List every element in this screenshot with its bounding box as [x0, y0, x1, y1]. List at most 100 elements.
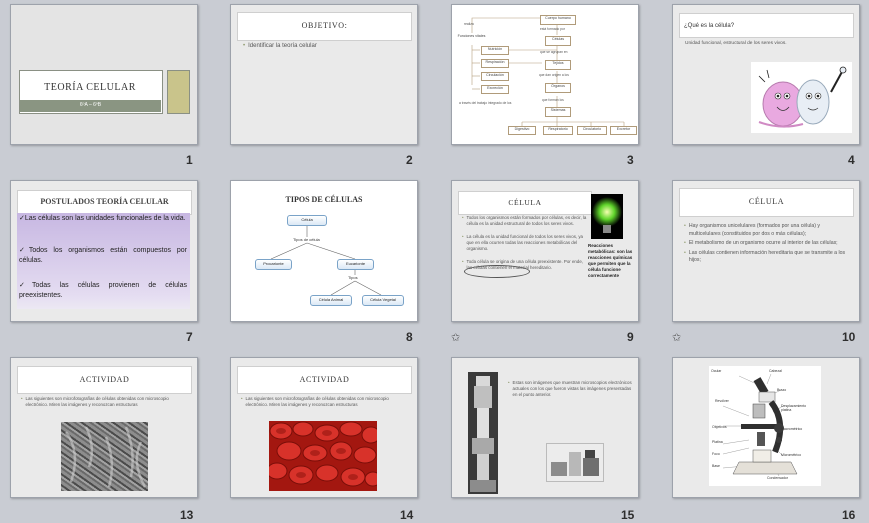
slide-7[interactable]: POSTULADOS TEORÍA CELULAR ✓Las células s… [10, 180, 198, 322]
slide-9[interactable]: CÉLULA • Todos los organismos están forma… [451, 180, 639, 322]
lab-microscope-image [546, 443, 604, 482]
micrograph-bacteria [61, 422, 148, 491]
bullet-list: • Estas son imágenes que muestran microsc… [508, 380, 632, 398]
slide-number: 8 [406, 330, 413, 344]
label-objetivos: Objetivos [712, 425, 727, 429]
slide-title: CÉLULA [508, 198, 542, 207]
slide-4[interactable]: ¿Qué es la célula? Unidad funcional, est… [672, 4, 860, 145]
node-funciones-vitales: Funciones vitales [457, 34, 486, 38]
bullet-item: • El metabolismo de un organismo ocurre a… [684, 240, 838, 246]
slide-15[interactable]: • Estas son imágenes que muestran microsc… [451, 357, 639, 498]
slide-number: 15 [621, 508, 635, 522]
red-cells-texture [269, 421, 377, 487]
accent-block [167, 70, 190, 114]
slide-thumb-13[interactable]: ACTIVIDAD • Las siguientes son microfotog… [10, 357, 200, 523]
node-procarionte: Procarionte [255, 259, 292, 270]
slide-number: 16 [842, 508, 856, 522]
slide-title: POSTULADOS TEORÍA CELULAR [40, 197, 169, 206]
slide-3[interactable]: Cuerpo humano está formado por Células q… [451, 4, 639, 145]
cell-cartoon [758, 66, 847, 128]
label-se-agrupan: que se agrupan en [540, 50, 568, 54]
label-macrometrico: Macrométrico [781, 427, 803, 431]
node-respiratorio: Respiratorio [543, 126, 573, 135]
slide-number: 2 [406, 153, 413, 167]
bullet-item: • Las células contienen información hered… [684, 249, 846, 264]
bullet-item: • Hay organismos unicelulares (formados p… [684, 223, 821, 237]
node-organos: Órganos [545, 83, 571, 93]
bullet-list: • Identificar la teoría celular [243, 43, 408, 49]
slide-title: ACTIVIDAD [299, 375, 350, 384]
label-cabezal: Cabezal [769, 369, 782, 373]
label-ocular: Ocular [711, 369, 722, 373]
slide-thumb-15[interactable]: • Estas son imágenes que muestran microsc… [451, 357, 641, 523]
slide-number: 4 [848, 153, 855, 167]
slide-thumb-14[interactable]: ACTIVIDAD • Las siguientes son microfotog… [230, 357, 420, 523]
slide-thumb-1[interactable]: TEORÍA CELULAR 6ºA – 6ºB 1 [10, 4, 200, 169]
cartoon-image [751, 62, 852, 133]
label-desplazamiento-platina: Desplazamiento platina [781, 404, 807, 412]
node-celula-animal: Célula Animal [310, 295, 352, 306]
star-icon[interactable]: ✩ [451, 331, 460, 344]
slide-thumb-3[interactable]: Cuerpo humano está formado por Células q… [451, 4, 641, 169]
bullet-list: • Las siguientes son microfotografías de … [241, 396, 411, 408]
slide-title: OBJETIVO: [237, 12, 412, 41]
node-celula-vegetal: Célula Vegetal [362, 295, 404, 306]
node-celulas: Células [545, 36, 571, 46]
slide-number: 1 [186, 153, 193, 167]
slide-thumb-8[interactable]: TIPOS DE CÉLULAS Célula Tipos de célula … [230, 180, 420, 345]
label-brazo: Brazo [777, 388, 787, 392]
bullet-list: • Todos los organismos están formados por… [462, 215, 588, 271]
slide-16[interactable]: Ocular Cabezal Brazo Revólver Desplazami… [672, 357, 860, 498]
slide-title-box: ACTIVIDAD [17, 366, 192, 394]
label-platina: Platina [712, 440, 723, 444]
node-circulatorio: Circulatorio [577, 126, 607, 135]
slide-13[interactable]: ACTIVIDAD • Las siguientes son microfotog… [10, 357, 198, 498]
bullet-item: • Identificar la teoría celular [243, 43, 317, 49]
slide-thumb-16[interactable]: Ocular Cabezal Brazo Revólver Desplazami… [672, 357, 862, 523]
slide-number: 3 [627, 153, 634, 167]
slide-8[interactable]: TIPOS DE CÉLULAS Célula Tipos de célula … [230, 180, 418, 322]
slide-thumb-10[interactable]: CÉLULA • Hay organismos unicelulares (for… [672, 180, 862, 345]
bullet-item: • La célula es la unidad funcional de tod… [462, 234, 583, 251]
label-revolver: Revólver [715, 399, 729, 403]
bullet-item: • Estas son imágenes que muestran microsc… [508, 380, 632, 397]
slide-thumb-7[interactable]: POSTULADOS TEORÍA CELULAR ✓Las células s… [10, 180, 200, 345]
slide-thumb-9[interactable]: CÉLULA • Todos los organismos están forma… [451, 180, 641, 345]
bullet-list: • Las siguientes son microfotografías de … [21, 396, 191, 408]
node-celula: Célula [287, 215, 327, 226]
label-realiza: realiza [464, 22, 474, 26]
slide-title: ¿Qué es la célula? [684, 23, 735, 29]
slide-thumb-4[interactable]: ¿Qué es la célula? Unidad funcional, est… [672, 4, 862, 169]
lightbulb-image [591, 194, 623, 239]
slide-title: CÉLULA [748, 197, 785, 206]
slide-10[interactable]: CÉLULA • Hay organismos unicelulares (for… [672, 180, 860, 322]
node-nutricion: Nutrición [481, 46, 509, 55]
node-cuerpo-humano: Cuerpo humano [540, 15, 576, 25]
check-icon: ✓ [19, 247, 29, 254]
slide-subtitle: 6ºA – 6ºB [79, 102, 102, 108]
node-sistemas: Sistemas [545, 107, 571, 117]
slide-thumb-2[interactable]: OBJETIVO: • Identificar la teoría celular… [230, 4, 420, 169]
slide-2[interactable]: OBJETIVO: • Identificar la teoría celular [230, 4, 418, 145]
micrograph-red-cells [269, 421, 377, 491]
bullet-list: • Hay organismos unicelulares (formados p… [684, 223, 852, 265]
label-micrometrico: Micrométrico [781, 453, 802, 457]
microscope-column-image [468, 372, 498, 494]
star-icon[interactable]: ✩ [672, 331, 681, 344]
slide-title-box: CÉLULA [679, 188, 854, 217]
node-excrecion: Excreción [481, 85, 509, 94]
slide-title-box: CÉLULA [458, 191, 592, 215]
slide-14[interactable]: ACTIVIDAD • Las siguientes son microfotog… [230, 357, 418, 498]
slide-1[interactable]: TEORÍA CELULAR 6ºA – 6ºB [10, 4, 198, 145]
slide-number: 13 [180, 508, 194, 522]
lab-equipment-icon [551, 450, 599, 476]
label-forman: que forman los [542, 98, 564, 102]
node-circulacion: Circulación [481, 72, 509, 81]
bullet-item: • Las siguientes son microfotografías de … [21, 396, 169, 407]
postulate-3: ✓Todas las células provienen de células … [19, 282, 187, 299]
node-excretor: Excretor [610, 126, 637, 135]
slide-number: 10 [842, 330, 856, 344]
node-digestivo: Digestivo [508, 126, 536, 135]
label-condensador: Condensador [767, 476, 789, 480]
bacteria-texture [64, 426, 147, 488]
